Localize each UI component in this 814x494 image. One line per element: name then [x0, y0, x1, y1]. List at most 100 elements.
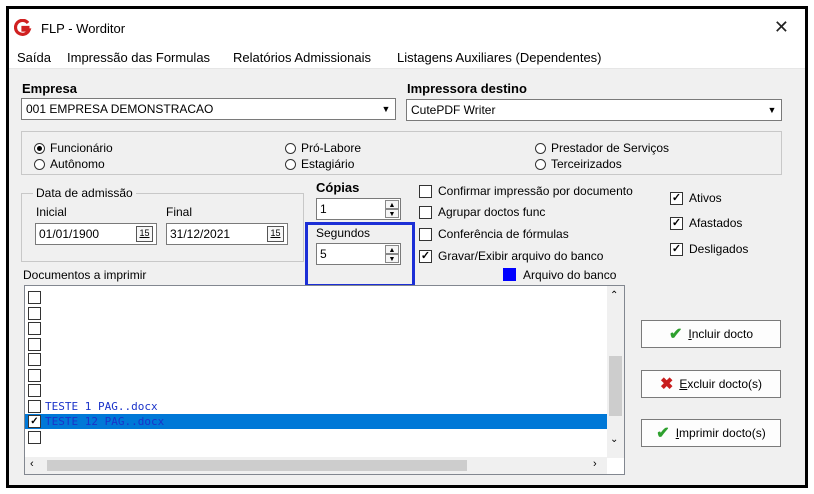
radio-label: Prestador de Serviços: [551, 141, 670, 155]
calendar-icon[interactable]: 15: [136, 226, 153, 242]
radio-label: Autônomo: [50, 157, 105, 171]
button-label: Incluir docto: [688, 327, 754, 341]
menu-relatorios-admissionais[interactable]: Relatórios Admissionais: [233, 50, 371, 65]
checkbox[interactable]: [28, 337, 41, 351]
checkbox-label: Desligados: [689, 242, 749, 256]
checkbox[interactable]: [28, 384, 41, 397]
check-agrupar-doctos[interactable]: Agrupar doctos func: [419, 205, 545, 219]
radio-label: Terceirizados: [551, 157, 622, 171]
list-item[interactable]: TESTE 1 PAG..docx: [25, 399, 607, 414]
chevron-up-icon[interactable]: ⌃: [610, 290, 618, 301]
button-label: Excluir docto(s): [679, 377, 763, 391]
spinner-arrows[interactable]: ▲ ▼: [385, 245, 399, 263]
checkmark-icon: ✓: [670, 191, 683, 205]
scrollbar-thumb[interactable]: [609, 356, 622, 416]
menu-bar: Saída Impressão das Formulas Relatórios …: [9, 47, 805, 69]
segundos-spinner[interactable]: 5 ▲ ▼: [316, 243, 401, 265]
documentos-label: Documentos a imprimir: [23, 268, 147, 282]
close-icon[interactable]: ✕: [774, 17, 789, 38]
check-afastados[interactable]: ✓ Afastados: [670, 216, 742, 230]
list-item[interactable]: [25, 290, 607, 305]
check-confirmar-impressao[interactable]: Confirmar impressão por documento: [419, 184, 633, 198]
segundos-label: Segundos: [316, 226, 371, 240]
list-item[interactable]: [25, 430, 607, 445]
chevron-down-icon[interactable]: ⌄: [610, 434, 618, 445]
checkbox[interactable]: [28, 306, 41, 320]
chevron-left-icon[interactable]: ‹: [30, 458, 34, 470]
check-ativos[interactable]: ✓ Ativos: [670, 191, 722, 205]
list-item[interactable]: [25, 352, 607, 367]
list-item[interactable]: [25, 337, 607, 352]
list-item-label: TESTE 12 PAG..docx: [45, 415, 165, 428]
scrollbar-thumb[interactable]: [47, 460, 467, 471]
list-item[interactable]: [25, 368, 607, 383]
checkbox: [419, 205, 432, 219]
checkbox-label: Conferência de fórmulas: [438, 227, 569, 241]
close-icon: ✖: [659, 376, 674, 393]
checkbox[interactable]: [28, 399, 41, 413]
app-logo-icon: [14, 19, 32, 36]
radio-label: Estagiário: [301, 157, 355, 171]
checkbox-label: Afastados: [689, 216, 743, 230]
chevron-right-icon[interactable]: ›: [593, 458, 597, 470]
menu-impressao-formulas[interactable]: Impressão das Formulas: [67, 50, 210, 65]
documentos-listbox[interactable]: TESTE 1 PAG..docx ✓ TESTE 12 PAG..docx ⌃ ⌄…: [24, 285, 625, 475]
chevron-down-icon[interactable]: ▼: [764, 101, 780, 119]
horizontal-scrollbar[interactable]: ‹ ›: [25, 457, 607, 474]
list-item[interactable]: ✓ TESTE 12 PAG..docx: [25, 414, 607, 429]
check-conferencia-formulas[interactable]: Conferência de fórmulas: [419, 227, 569, 241]
radio-autonomo[interactable]: Autônomo: [34, 157, 105, 171]
radio-funcionario[interactable]: Funcionário: [34, 141, 113, 155]
menu-listagens-auxiliares[interactable]: Listagens Auxiliares (Dependentes): [397, 50, 602, 65]
checkmark-icon: ✓: [419, 249, 432, 263]
checkbox[interactable]: [28, 353, 41, 366]
check-gravar-exibir[interactable]: ✓ Gravar/Exibir arquivo do banco: [419, 249, 603, 263]
list-item[interactable]: [25, 321, 607, 336]
inicial-date-value: 01/01/1900: [39, 227, 100, 241]
radio-label: Funcionário: [50, 141, 113, 155]
radio-indicator: [34, 142, 45, 154]
inicial-label: Inicial: [36, 205, 67, 219]
copias-label: Cópias: [316, 180, 360, 195]
inicial-date-field[interactable]: 01/01/1900 15: [35, 223, 157, 245]
radio-pro-labore[interactable]: Pró-Labore: [285, 141, 361, 155]
incluir-docto-button[interactable]: ✔ Incluir docto: [641, 320, 781, 348]
empresa-label: Empresa: [22, 81, 77, 96]
checkbox[interactable]: [28, 291, 41, 304]
vertical-scrollbar[interactable]: ⌃ ⌄: [607, 286, 624, 458]
checkmark-icon[interactable]: ✓: [28, 415, 41, 428]
checkbox[interactable]: [28, 368, 41, 382]
impressora-combo[interactable]: CutePDF Writer ▼: [406, 99, 782, 121]
admissao-legend: Data de admissão: [33, 186, 136, 200]
checkbox[interactable]: [28, 322, 41, 335]
checkmark-icon: ✓: [670, 242, 683, 256]
excluir-docto-button[interactable]: ✖ Excluir docto(s): [641, 370, 781, 398]
copias-spinner[interactable]: 1 ▲ ▼: [316, 198, 401, 220]
imprimir-docto-button[interactable]: ✔ Imprimir docto(s): [641, 419, 781, 447]
radio-indicator: [285, 158, 296, 170]
radio-terceirizados[interactable]: Terceirizados: [535, 157, 622, 171]
calendar-icon[interactable]: 15: [267, 226, 284, 242]
radio-indicator: [535, 142, 546, 154]
radio-indicator: [535, 158, 546, 170]
spinner-arrows[interactable]: ▲ ▼: [385, 200, 399, 218]
final-date-field[interactable]: 31/12/2021 15: [166, 223, 288, 245]
list-item-label: TESTE 1 PAG..docx: [45, 399, 158, 413]
checkmark-icon: ✔: [656, 425, 670, 442]
list-item[interactable]: [25, 306, 607, 321]
list-item[interactable]: [25, 383, 607, 398]
impressora-label: Impressora destino: [407, 81, 527, 96]
window-frame: FLP - Worditor ✕ Saída Impressão das For…: [6, 6, 808, 488]
chevron-down-icon[interactable]: ▼: [378, 100, 394, 118]
radio-prestador[interactable]: Prestador de Serviços: [535, 141, 669, 155]
check-desligados[interactable]: ✓ Desligados: [670, 242, 748, 256]
radio-estagiario[interactable]: Estagiário: [285, 157, 354, 171]
menu-saida[interactable]: Saída: [17, 50, 51, 65]
checkbox[interactable]: [28, 430, 41, 444]
title-bar: FLP - Worditor ✕: [9, 9, 805, 47]
main-panel: Empresa 001 EMPRESA DEMONSTRACAO ▼ Impre…: [9, 69, 805, 485]
segundos-value: 5: [320, 247, 327, 261]
checkbox-label: Ativos: [689, 191, 722, 205]
empresa-combo[interactable]: 001 EMPRESA DEMONSTRACAO ▼: [21, 98, 396, 120]
checkbox-label: Confirmar impressão por documento: [438, 184, 633, 198]
